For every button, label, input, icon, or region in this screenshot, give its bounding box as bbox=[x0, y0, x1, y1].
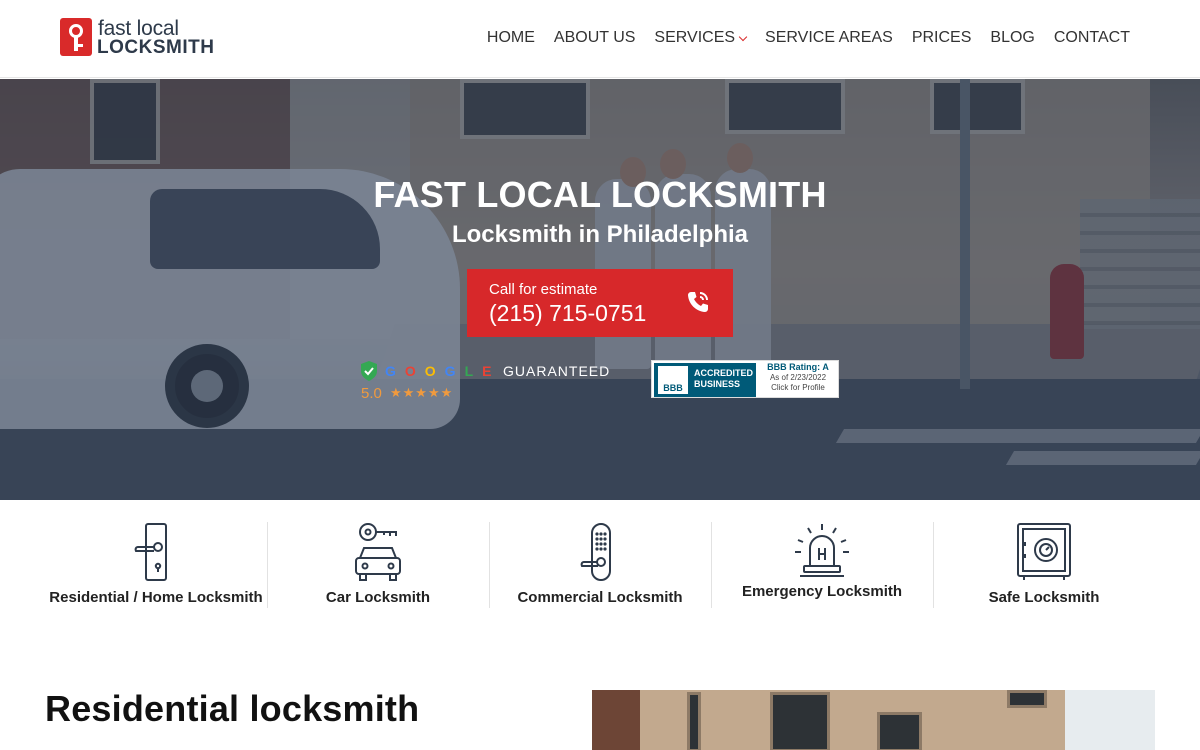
shield-check-icon bbox=[361, 361, 377, 381]
google-rating: 5.0 bbox=[361, 385, 382, 402]
nav-contact[interactable]: CONTACT bbox=[1054, 29, 1130, 47]
service-residential[interactable]: Residential / Home Locksmith bbox=[45, 500, 267, 640]
service-label: Car Locksmith bbox=[325, 589, 431, 606]
hero-title: FAST LOCAL LOCKSMITH bbox=[373, 174, 827, 215]
chevron-down-icon bbox=[738, 32, 748, 41]
hero-subtitle: Locksmith in Philadelphia bbox=[451, 221, 749, 248]
site-header: fast local LOCKSMITH HOME ABOUT US SERVI… bbox=[0, 0, 1200, 78]
logo-text-line2: LOCKSMITH bbox=[97, 37, 215, 58]
google-letter: G bbox=[385, 363, 405, 379]
section-title: Residential locksmith bbox=[45, 688, 420, 729]
nav-prices[interactable]: PRICES bbox=[912, 29, 972, 47]
nav-home[interactable]: HOME bbox=[487, 29, 535, 47]
service-emergency[interactable]: Emergency Locksmith bbox=[711, 500, 933, 640]
rating-stars-icon: ★★★★★ bbox=[390, 385, 454, 400]
bbb-accredited-badge[interactable]: BBB ACCREDITED BUSINESS BBB Rating: A As… bbox=[651, 360, 839, 398]
nav-blog[interactable]: BLOG bbox=[990, 29, 1034, 47]
google-guaranteed-badge[interactable]: GOOGLE GUARANTEED 5.0 ★★★★★ bbox=[360, 361, 620, 403]
service-label: Emergency Locksmith bbox=[741, 583, 903, 600]
service-commercial[interactable]: Commercial Locksmith bbox=[489, 500, 711, 640]
services-row: Residential / Home Locksmith Car Locksmi… bbox=[45, 500, 1155, 640]
bbb-business-text: BUSINESS bbox=[694, 379, 741, 389]
bbb-accredited-text: ACCREDITED bbox=[694, 368, 754, 378]
safe-icon bbox=[1017, 523, 1071, 580]
service-safe[interactable]: Safe Locksmith bbox=[933, 500, 1155, 640]
nav-services[interactable]: SERVICES bbox=[654, 29, 748, 47]
google-letters: GOOGLE bbox=[385, 363, 500, 379]
nav-services-label: SERVICES bbox=[654, 29, 736, 46]
service-car[interactable]: Car Locksmith bbox=[267, 500, 489, 640]
google-letter: G bbox=[444, 363, 465, 379]
google-letter: E bbox=[482, 363, 501, 379]
main-nav: HOME ABOUT US SERVICES SERVICE AREAS PRI… bbox=[487, 29, 1130, 47]
key-logo-icon bbox=[60, 18, 92, 56]
nav-about-us[interactable]: ABOUT US bbox=[554, 29, 636, 47]
google-letter: O bbox=[424, 363, 445, 379]
site-logo[interactable]: fast local LOCKSMITH bbox=[60, 17, 220, 58]
service-label: Safe Locksmith bbox=[988, 589, 1100, 606]
google-letter: L bbox=[464, 363, 483, 379]
bbb-torch-icon: BBB bbox=[658, 366, 688, 394]
service-label: Residential / Home Locksmith bbox=[49, 589, 263, 606]
cta-label: Call for estimate bbox=[489, 281, 598, 298]
hero-section: FAST LOCAL LOCKSMITH Locksmith in Philad… bbox=[0, 79, 1200, 500]
google-letter: O bbox=[404, 363, 425, 379]
car-key-icon bbox=[355, 523, 401, 581]
bbb-date: As of 2/23/2022 bbox=[769, 373, 827, 382]
google-guaranteed-text: GUARANTEED bbox=[503, 363, 611, 379]
siren-icon bbox=[795, 524, 849, 577]
phone-icon bbox=[688, 292, 708, 312]
call-estimate-button[interactable]: Call for estimate (215) 715-0751 bbox=[467, 269, 733, 337]
service-label: Commercial Locksmith bbox=[517, 589, 683, 606]
nav-service-areas[interactable]: SERVICE AREAS bbox=[765, 29, 893, 47]
cta-phone-number: (215) 715-0751 bbox=[489, 300, 647, 326]
bbb-profile-link[interactable]: Click for Profile bbox=[758, 383, 838, 393]
door-handle-icon bbox=[134, 523, 167, 581]
residential-photo bbox=[592, 690, 1155, 750]
bbb-rating: BBB Rating: A bbox=[767, 362, 829, 372]
keypad-lock-icon bbox=[580, 523, 611, 581]
